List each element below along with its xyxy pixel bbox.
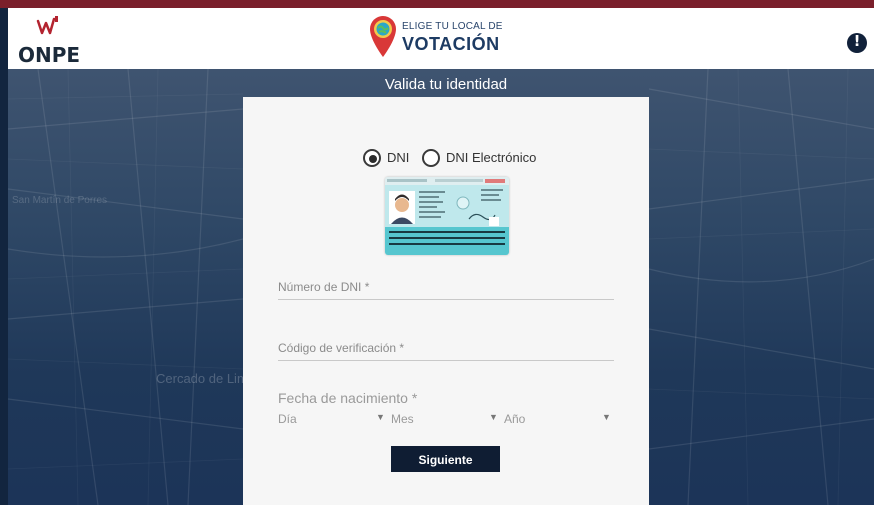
app-header: ONPE ELIGE TU LOCAL DE VOTACIÓN ! [8, 8, 874, 69]
page-title: Valida tu identidad [384, 76, 508, 93]
select-month-value: Mes [391, 412, 414, 426]
map-label-district: San Martín de Porres [12, 195, 108, 206]
map-pin-icon [370, 16, 396, 57]
brand-title: VOTACIÓN [402, 34, 500, 54]
select-day-value: Día [278, 412, 297, 426]
onpe-logo-text: ONPE [18, 43, 81, 67]
brand-tagline: ELIGE TU LOCAL DE [402, 21, 503, 32]
dni-number-label: Número de DNI * [278, 280, 370, 294]
caret-down-icon: ▼ [376, 412, 385, 422]
exclamation-circle-icon[interactable]: ! [847, 32, 867, 53]
caret-down-icon: ▼ [489, 412, 498, 422]
select-month[interactable]: Mes ▼ [391, 412, 499, 430]
verification-code-underline [278, 360, 614, 361]
select-year[interactable]: Año ▼ [504, 412, 614, 430]
onpe-logo-mark-icon [36, 16, 58, 35]
id-card-image [385, 177, 509, 255]
radio-dni-label: DNI [387, 150, 410, 165]
identity-form-card: DNI DNI Electrónico Número de DNI * Códi… [243, 97, 649, 505]
onpe-logo[interactable]: ONPE [18, 15, 98, 67]
radio-unselected-icon [422, 149, 440, 167]
alert-glyph: ! [853, 32, 861, 50]
dni-number-underline [278, 299, 614, 300]
radio-dni-electronico-label: DNI Electrónico [446, 150, 537, 165]
map-label-center: Cercado de Lima [156, 371, 255, 386]
dni-card-illustration [385, 177, 509, 255]
select-year-value: Año [504, 412, 526, 426]
next-button[interactable]: Siguiente [391, 446, 500, 472]
radio-selected-icon [363, 149, 381, 167]
birth-date-label: Fecha de nacimiento * [278, 390, 418, 406]
select-day[interactable]: Día ▼ [278, 412, 386, 430]
caret-down-icon: ▼ [602, 412, 611, 422]
top-accent-strip [0, 0, 874, 8]
verification-code-label: Código de verificación * [278, 341, 405, 355]
brand-logo: ELIGE TU LOCAL DE VOTACIÓN [368, 14, 518, 62]
